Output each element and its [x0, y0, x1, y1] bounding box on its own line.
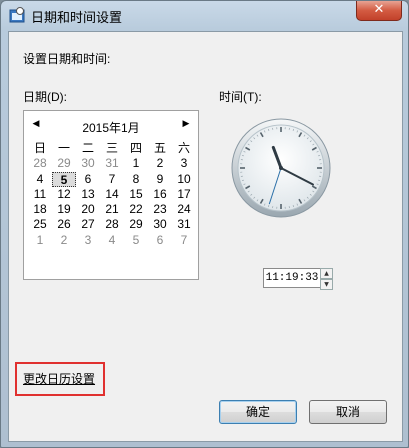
dialog-heading: 设置日期和时间:: [23, 52, 111, 66]
ok-button[interactable]: 确定: [219, 400, 297, 424]
calendar-day[interactable]: 7: [172, 233, 196, 248]
calendar-day[interactable]: 19: [52, 202, 76, 217]
calendar-day[interactable]: 12: [52, 187, 76, 202]
weekday-header: 五: [153, 141, 166, 155]
calendar-day[interactable]: 31: [100, 156, 124, 171]
date-label: 日期(D):: [23, 90, 67, 104]
calendar-day[interactable]: 17: [172, 187, 196, 202]
calendar-day[interactable]: 18: [28, 202, 52, 217]
weekday-header: 四: [129, 141, 142, 155]
highlight-box: [15, 362, 105, 396]
dialog-body: 设置日期和时间: 日期(D): 时间(T): ◀ 2015年1月 ▶ 日一二三四…: [8, 31, 403, 442]
spin-up-button[interactable]: ▲: [320, 268, 333, 279]
time-input[interactable]: 11:19:33: [263, 268, 321, 288]
time-spinner[interactable]: ▲ ▼: [320, 268, 333, 290]
calendar-day[interactable]: 3: [76, 233, 100, 248]
calendar-day[interactable]: 13: [76, 187, 100, 202]
weekday-header: 三: [105, 141, 118, 155]
calendar-day[interactable]: 6: [148, 233, 172, 248]
spin-down-button[interactable]: ▼: [320, 279, 333, 290]
calendar-day[interactable]: 6: [76, 172, 100, 187]
calendar-day[interactable]: 30: [76, 156, 100, 171]
time-label: 时间(T):: [219, 90, 262, 104]
calendar-day[interactable]: 16: [148, 187, 172, 202]
calendar-day[interactable]: 4: [28, 172, 52, 187]
window-title: 日期和时间设置: [31, 10, 123, 25]
calendar-day[interactable]: 4: [100, 233, 124, 248]
weekday-header: 一: [57, 141, 70, 155]
calendar-day[interactable]: 9: [148, 172, 172, 187]
calendar-day[interactable]: 1: [28, 233, 52, 248]
calendar-day[interactable]: 3: [172, 156, 196, 171]
weekday-header: 日: [33, 141, 46, 155]
calendar-day[interactable]: 30: [148, 217, 172, 232]
calendar-day[interactable]: 2: [52, 233, 76, 248]
calendar-day[interactable]: 7: [100, 172, 124, 187]
calendar-day[interactable]: 5: [124, 233, 148, 248]
cancel-button[interactable]: 取消: [309, 400, 387, 424]
calendar-day[interactable]: 31: [172, 217, 196, 232]
calendar-day[interactable]: 21: [100, 202, 124, 217]
analog-clock: [231, 118, 331, 218]
calendar-grid: 日一二三四五六 28 29 30 31 1 2 3 4 5 6 7 8 9 10 11 12 13 14 15 16 17…: [28, 141, 196, 248]
calendar-day[interactable]: 23: [148, 202, 172, 217]
calendar-day[interactable]: 25: [28, 217, 52, 232]
calendar-day[interactable]: 8: [124, 172, 148, 187]
calendar-day[interactable]: 22: [124, 202, 148, 217]
next-month-button[interactable]: ▶: [180, 117, 192, 131]
date-time-settings-window: 日期和时间设置 ✕ 设置日期和时间: 日期(D): 时间(T): ◀ 2015年…: [0, 0, 409, 448]
calendar-day[interactable]: 28: [28, 156, 52, 171]
calendar-day[interactable]: 27: [76, 217, 100, 232]
calendar-month-title[interactable]: 2015年1月: [24, 119, 198, 135]
calendar-day[interactable]: 15: [124, 187, 148, 202]
calendar-day[interactable]: 2: [148, 156, 172, 171]
calendar-day[interactable]: 5: [52, 171, 76, 187]
clock-app-icon: [9, 7, 25, 23]
calendar-day[interactable]: 29: [52, 156, 76, 171]
calendar-day[interactable]: 10: [172, 172, 196, 187]
calendar-day[interactable]: 20: [76, 202, 100, 217]
calendar-day[interactable]: 29: [124, 217, 148, 232]
title-bar[interactable]: 日期和时间设置 ✕: [1, 1, 408, 31]
close-button[interactable]: ✕: [356, 1, 402, 21]
month-calendar[interactable]: ◀ 2015年1月 ▶ 日一二三四五六 28 29 30 31 1 2 3 4 5 6 7 8 9 10 11…: [23, 110, 199, 280]
weekday-header: 二: [81, 141, 94, 155]
calendar-day[interactable]: 11: [28, 187, 52, 202]
calendar-day[interactable]: 26: [52, 217, 76, 232]
calendar-day[interactable]: 24: [172, 202, 196, 217]
calendar-day[interactable]: 14: [100, 187, 124, 202]
calendar-day[interactable]: 1: [124, 156, 148, 171]
weekday-header: 六: [177, 141, 190, 155]
calendar-day[interactable]: 28: [100, 217, 124, 232]
